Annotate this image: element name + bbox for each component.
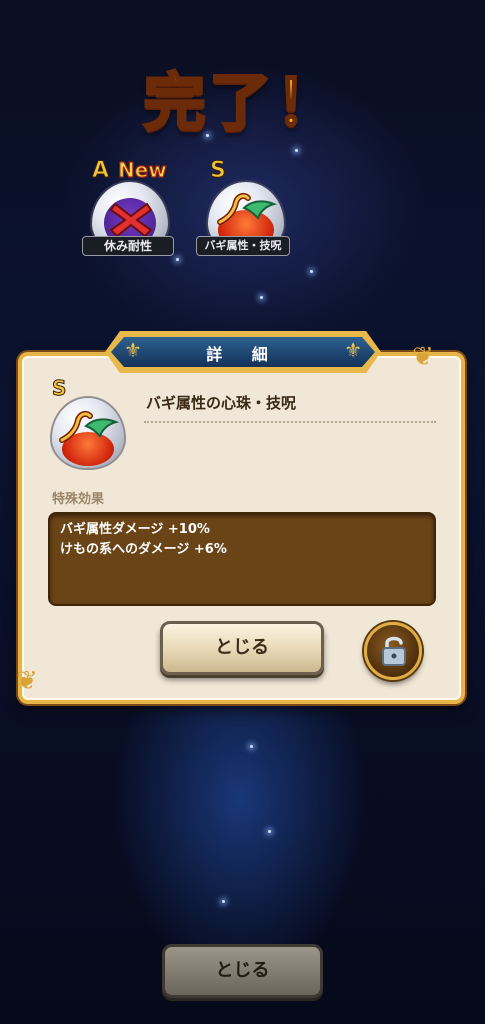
ornament-corner: ❦ [16,666,38,696]
orb-result-2[interactable]: S バギ属性・技呪 [196,152,306,272]
cross-icon [109,202,153,238]
unlock-icon [382,636,406,666]
effect-line: けもの系へのダメージ +6% [60,542,227,557]
sparkle [310,270,313,273]
effect-heading: 特殊効果 [52,492,105,507]
sparkle [222,900,225,903]
orb-result-1[interactable]: A New 休み耐性 [82,152,192,272]
effect-line: バギ属性ダメージ +10% [60,522,210,537]
whirlwind-icon [217,192,278,225]
new-badge: New [117,157,167,182]
dialog-header-title: 詳 細 [206,345,280,364]
orb-grade-badge: A [91,158,110,184]
item-name: バギ属性の心珠・技呪 [146,394,297,412]
whirlwind-icon [59,410,120,443]
orb-label: 休み耐性 [82,236,174,256]
orb-label: バギ属性・技呪 [196,236,290,256]
completion-title: 完了！ [142,65,342,141]
dialog-close-button[interactable]: とじる [160,621,324,675]
orb-grade-badge: S [210,158,227,184]
ornament-corner: ❦ [412,342,434,372]
sparkle [250,745,253,748]
sparkle [268,830,271,833]
effect-list: バギ属性ダメージ +10% けもの系へのダメージ +6% [48,512,436,606]
sparkle [260,296,263,299]
lock-toggle-button[interactable] [364,622,422,680]
dialog-header: ⚜ ⚜ 詳 細 [108,334,378,370]
close-button[interactable]: とじる [162,944,323,998]
item-grade-badge: S [51,376,67,401]
divider [144,421,436,423]
item-orb: S [48,374,128,470]
